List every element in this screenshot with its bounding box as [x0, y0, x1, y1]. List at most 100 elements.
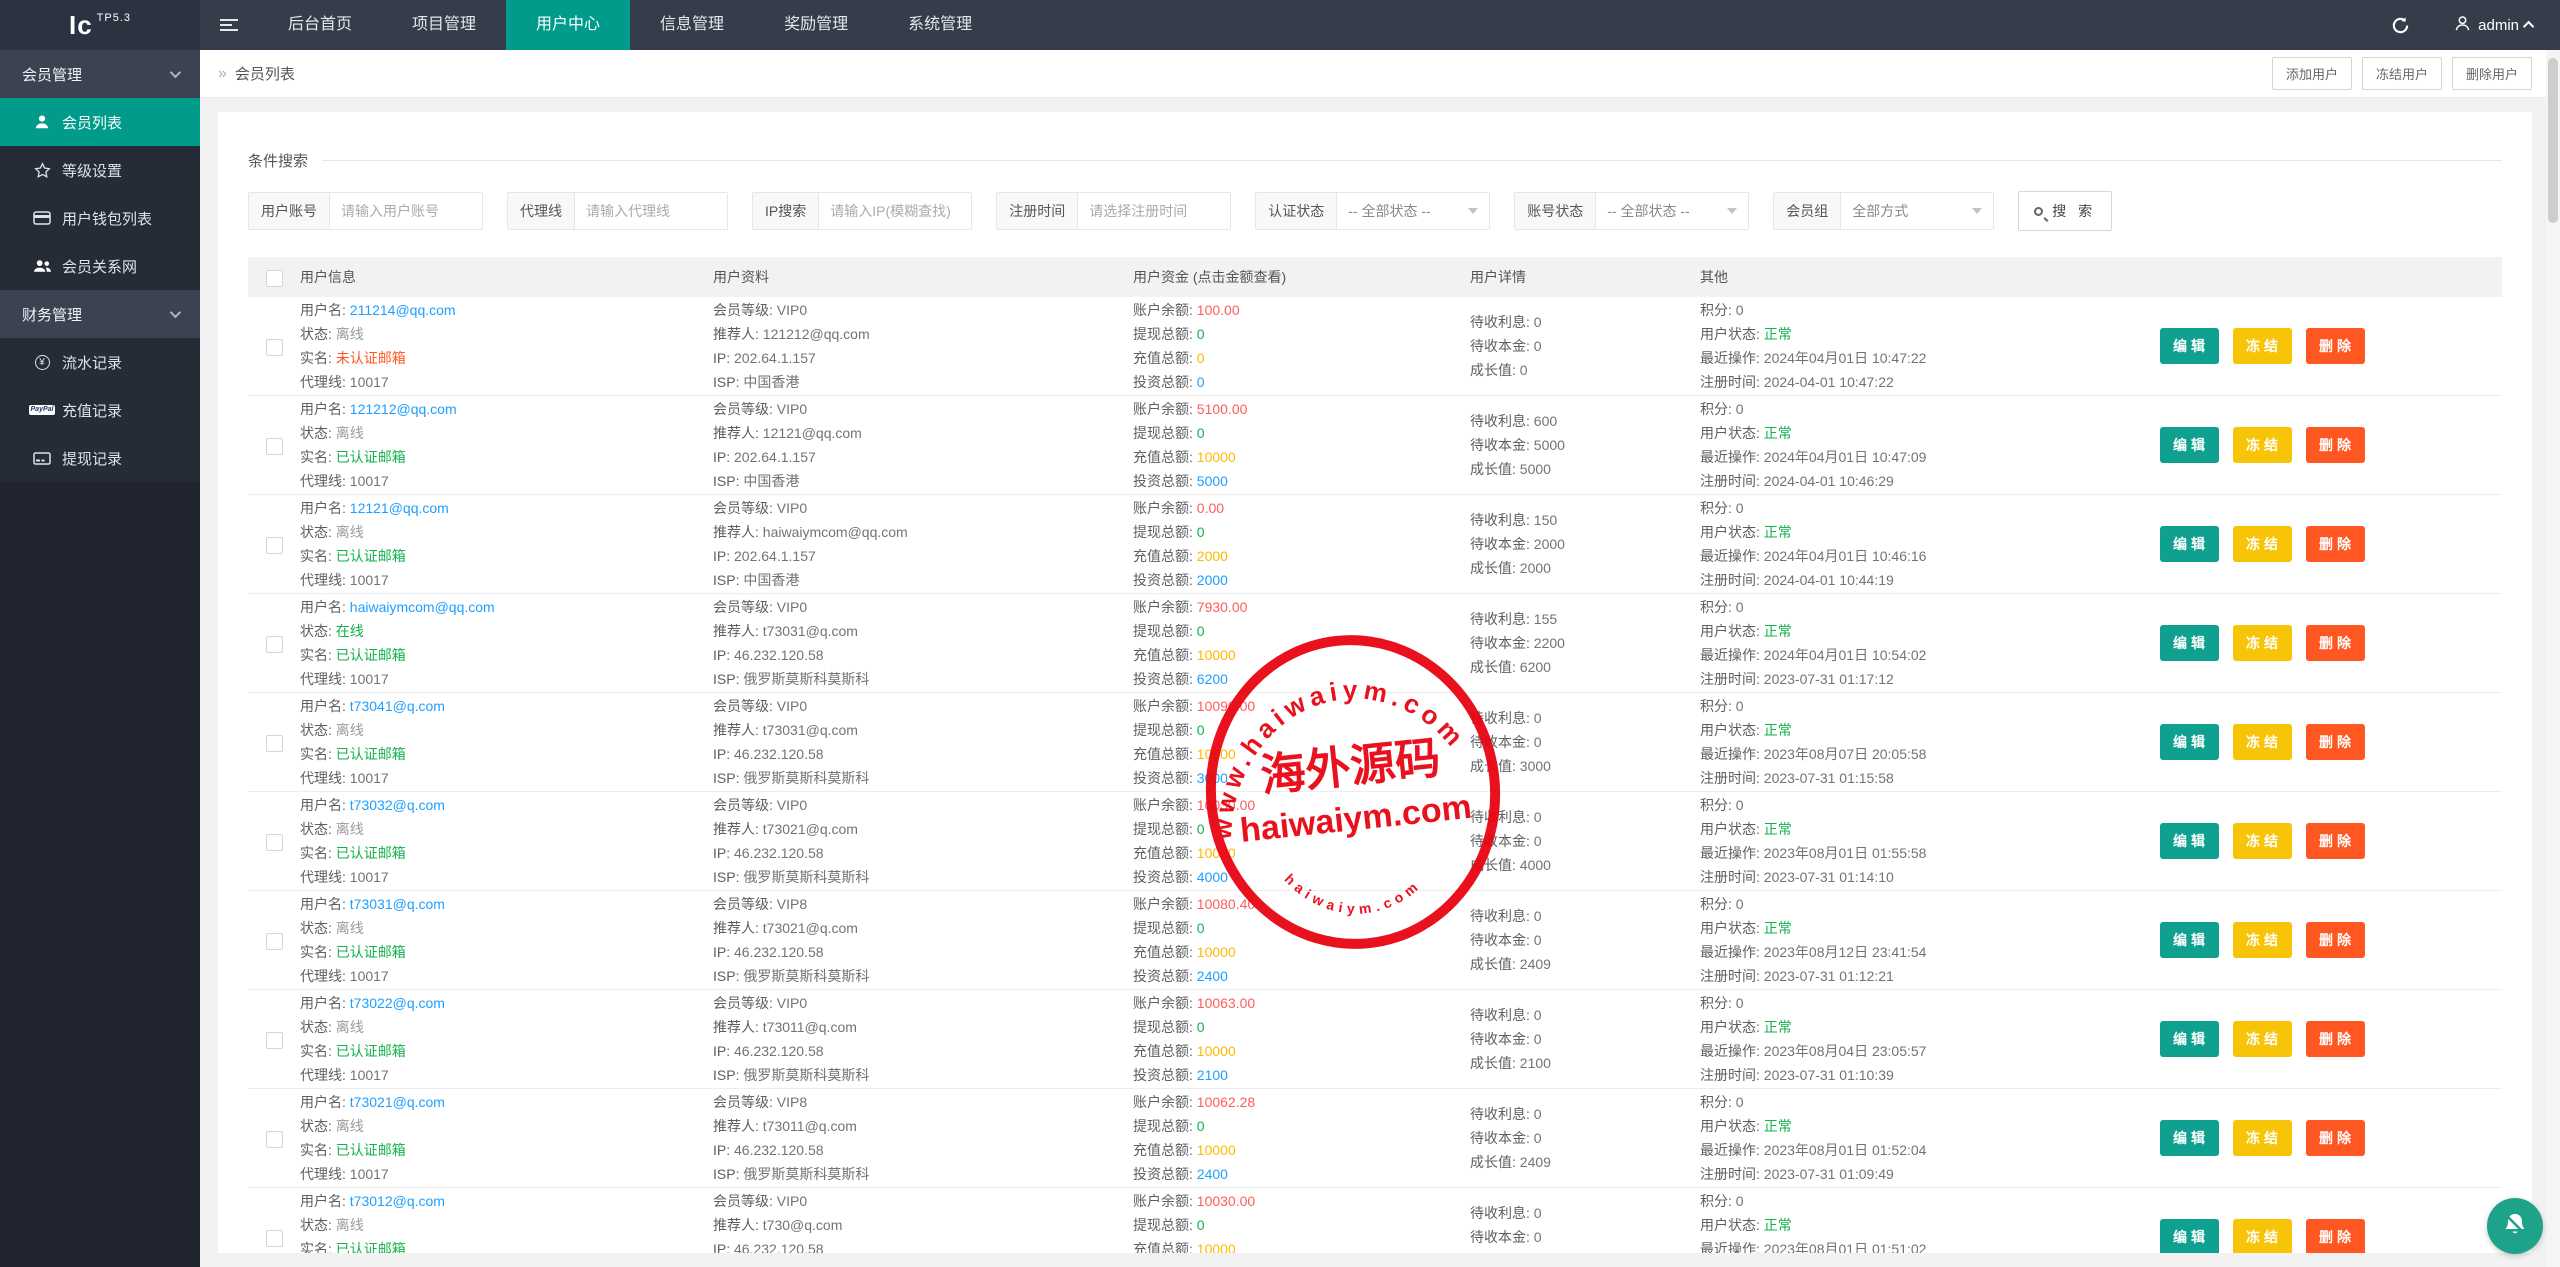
- freeze-button[interactable]: 冻结: [2233, 922, 2292, 958]
- edit-button[interactable]: 编辑: [2160, 526, 2219, 562]
- sidebar-item-用户钱包列表[interactable]: 用户钱包列表: [0, 194, 200, 242]
- recharge-total-link[interactable]: 2000: [1197, 548, 1228, 564]
- recharge-total-link[interactable]: 10000: [1197, 1241, 1236, 1253]
- sidebar-item-充值记录[interactable]: PayPal 充值记录: [0, 386, 200, 434]
- select-all-checkbox[interactable]: [265, 269, 283, 287]
- row-checkbox[interactable]: [265, 932, 283, 950]
- freeze-button[interactable]: 冻结: [2233, 1120, 2292, 1156]
- withdraw-total-link[interactable]: 0: [1197, 623, 1205, 639]
- row-checkbox[interactable]: [265, 734, 283, 752]
- recharge-total-link[interactable]: 10000: [1197, 1142, 1236, 1158]
- edit-button[interactable]: 编辑: [2160, 328, 2219, 364]
- freeze-button[interactable]: 冻结: [2233, 427, 2292, 463]
- sidebar-item-流水记录[interactable]: ¥ 流水记录: [0, 338, 200, 386]
- row-checkbox[interactable]: [265, 437, 283, 455]
- edit-button[interactable]: 编辑: [2160, 427, 2219, 463]
- nav-item-3[interactable]: 用户中心: [506, 0, 631, 50]
- recharge-total-link[interactable]: 10000: [1197, 944, 1236, 960]
- sidebar-section-1[interactable]: 会员管理: [0, 50, 200, 98]
- add-user-button[interactable]: 添加用户: [2271, 57, 2352, 90]
- balance-amount-link[interactable]: 0.00: [1197, 500, 1224, 516]
- 认证状态-select[interactable]: -- 全部状态 --: [1337, 193, 1489, 229]
- balance-amount-link[interactable]: 10030.00: [1197, 1193, 1255, 1209]
- row-checkbox[interactable]: [265, 833, 283, 851]
- freeze-button[interactable]: 冻结: [2233, 625, 2292, 661]
- agent-line-input[interactable]: [575, 193, 727, 229]
- balance-amount-link[interactable]: 10030.00: [1197, 797, 1255, 813]
- nav-item-6[interactable]: 系统管理: [878, 0, 1002, 50]
- freeze-button[interactable]: 冻结: [2233, 328, 2292, 364]
- balance-amount-link[interactable]: 10063.00: [1197, 995, 1255, 1011]
- 会员组-select[interactable]: 全部方式: [1841, 193, 1993, 229]
- account-input[interactable]: [330, 193, 482, 229]
- edit-button[interactable]: 编辑: [2160, 625, 2219, 661]
- withdraw-total-link[interactable]: 0: [1197, 821, 1205, 837]
- edit-button[interactable]: 编辑: [2160, 823, 2219, 859]
- 账号状态-select[interactable]: -- 全部状态 --: [1596, 193, 1748, 229]
- balance-amount-link[interactable]: 5100.00: [1197, 401, 1248, 417]
- delete-button[interactable]: 删除: [2306, 526, 2365, 562]
- nav-item-1[interactable]: 后台首页: [258, 0, 382, 50]
- admin-menu[interactable]: admin: [2436, 15, 2560, 36]
- notification-mute-button[interactable]: [2487, 1198, 2543, 1254]
- nav-item-5[interactable]: 奖励管理: [754, 0, 878, 50]
- invest-total-link[interactable]: 6200: [1197, 671, 1228, 687]
- sidebar-item-会员关系网[interactable]: 会员关系网: [0, 242, 200, 290]
- delete-button[interactable]: 删除: [2306, 427, 2365, 463]
- row-checkbox[interactable]: [265, 536, 283, 554]
- row-checkbox[interactable]: [265, 338, 283, 356]
- sidebar-item-会员列表[interactable]: 会员列表: [0, 98, 200, 146]
- withdraw-total-link[interactable]: 0: [1197, 1118, 1205, 1134]
- username-link[interactable]: t73021@q.com: [350, 1094, 445, 1110]
- recharge-total-link[interactable]: 10000: [1197, 1043, 1236, 1059]
- delete-button[interactable]: 删除: [2306, 922, 2365, 958]
- delete-button[interactable]: 删除: [2306, 724, 2365, 760]
- username-link[interactable]: t73012@q.com: [350, 1193, 445, 1209]
- freeze-button[interactable]: 冻结: [2233, 526, 2292, 562]
- invest-total-link[interactable]: 2400: [1197, 968, 1228, 984]
- withdraw-total-link[interactable]: 0: [1197, 722, 1205, 738]
- balance-amount-link[interactable]: 10090.00: [1197, 698, 1255, 714]
- delete-button[interactable]: 删除: [2306, 1219, 2365, 1253]
- freeze-button[interactable]: 冻结: [2233, 823, 2292, 859]
- delete-user-button[interactable]: 删除用户: [2451, 57, 2532, 90]
- withdraw-total-link[interactable]: 0: [1197, 1217, 1205, 1233]
- edit-button[interactable]: 编辑: [2160, 724, 2219, 760]
- withdraw-total-link[interactable]: 0: [1197, 425, 1205, 441]
- invest-total-link[interactable]: 2400: [1197, 1166, 1228, 1182]
- username-link[interactable]: t73022@q.com: [350, 995, 445, 1011]
- vertical-scrollbar[interactable]: [2546, 50, 2560, 1267]
- freeze-user-button[interactable]: 冻结用户: [2361, 57, 2442, 90]
- row-checkbox[interactable]: [265, 635, 283, 653]
- row-checkbox[interactable]: [265, 1130, 283, 1148]
- delete-button[interactable]: 删除: [2306, 1021, 2365, 1057]
- recharge-total-link[interactable]: 0: [1197, 350, 1205, 366]
- freeze-button[interactable]: 冻结: [2233, 724, 2292, 760]
- invest-total-link[interactable]: 2100: [1197, 1067, 1228, 1083]
- ip-search-input[interactable]: [819, 193, 972, 229]
- sidebar-section-2[interactable]: 财务管理: [0, 290, 200, 338]
- invest-total-link[interactable]: 5000: [1197, 473, 1228, 489]
- recharge-total-link[interactable]: 10000: [1197, 647, 1236, 663]
- edit-button[interactable]: 编辑: [2160, 1120, 2219, 1156]
- username-link[interactable]: t73031@q.com: [350, 896, 445, 912]
- invest-total-link[interactable]: 0: [1197, 374, 1205, 390]
- sidebar-item-等级设置[interactable]: 等级设置: [0, 146, 200, 194]
- freeze-button[interactable]: 冻结: [2233, 1021, 2292, 1057]
- username-link[interactable]: 12121@qq.com: [350, 500, 449, 516]
- edit-button[interactable]: 编辑: [2160, 1021, 2219, 1057]
- delete-button[interactable]: 删除: [2306, 328, 2365, 364]
- register-time-input[interactable]: [1078, 193, 1231, 229]
- delete-button[interactable]: 删除: [2306, 823, 2365, 859]
- withdraw-total-link[interactable]: 0: [1197, 920, 1205, 936]
- balance-amount-link[interactable]: 100.00: [1197, 302, 1240, 318]
- withdraw-total-link[interactable]: 0: [1197, 326, 1205, 342]
- recharge-total-link[interactable]: 10000: [1197, 845, 1236, 861]
- invest-total-link[interactable]: 2000: [1197, 572, 1228, 588]
- username-link[interactable]: t73032@q.com: [350, 797, 445, 813]
- edit-button[interactable]: 编辑: [2160, 1219, 2219, 1253]
- scrollbar-thumb[interactable]: [2548, 58, 2558, 223]
- withdraw-total-link[interactable]: 0: [1197, 1019, 1205, 1035]
- edit-button[interactable]: 编辑: [2160, 922, 2219, 958]
- invest-total-link[interactable]: 3000: [1197, 770, 1228, 786]
